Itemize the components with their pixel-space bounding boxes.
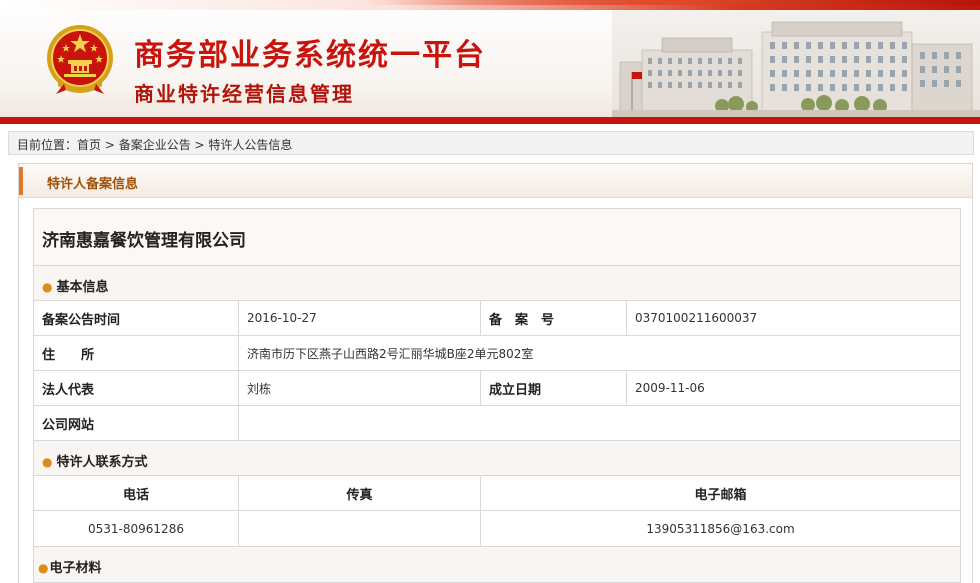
company-name: 济南惠嘉餐饮管理有限公司 — [42, 231, 246, 251]
established-label: 成立日期 — [481, 371, 627, 405]
record-no-value: 0370100211600037 — [635, 311, 758, 325]
contact-header-row: 电话 传真 电子邮箱 — [34, 476, 960, 511]
contact-col-fax: 传真 — [239, 476, 481, 510]
announce-time-label: 备案公告时间 — [34, 301, 239, 335]
contact-fax-value — [239, 511, 481, 546]
bullet-icon: ● — [38, 561, 49, 575]
ministry-building-image — [612, 10, 980, 117]
banner-top-stripe-accent — [360, 0, 980, 5]
breadcrumb-link-home[interactable]: 首页 — [77, 138, 101, 152]
system-title: 商务部业务系统统一平台 — [134, 38, 486, 73]
contact-phone-value: 0531-80961286 — [34, 511, 239, 546]
breadcrumb-separator: > — [101, 138, 119, 152]
row-announce-time: 备案公告时间 2016-10-27 备 案 号 0370100211600037 — [34, 301, 960, 336]
section-contact: ● 特许人联系方式 — [34, 441, 960, 476]
bullet-icon: ● — [42, 280, 53, 294]
row-legal-rep: 法人代表 刘栋 成立日期 2009-11-06 — [34, 371, 960, 406]
established-value: 2009-11-06 — [635, 381, 705, 395]
row-website: 公司网站 — [34, 406, 960, 441]
website-label: 公司网站 — [34, 406, 239, 440]
contact-value-row: 0531-80961286 13905311856@163.com — [34, 511, 960, 547]
breadcrumb-bar: 目前位置：首页 > 备案企业公告 > 特许人公告信息 — [8, 131, 974, 155]
header-banner: 商务部业务系统统一平台 商业特许经营信息管理 — [0, 0, 980, 124]
contact-col-phone: 电话 — [34, 476, 239, 510]
national-emblem-icon — [47, 25, 113, 94]
breadcrumb-prefix: 目前位置： — [17, 138, 78, 152]
contact-email-value: 13905311856@163.com — [646, 521, 795, 536]
section-materials: ●电子材料 — [34, 547, 960, 582]
record-no-label: 备 案 号 — [481, 301, 627, 335]
bullet-icon: ● — [42, 455, 53, 469]
legal-rep-value: 刘栋 — [239, 371, 481, 405]
address-value: 济南市历下区燕子山西路2号汇丽华城B座2单元802室 — [247, 346, 534, 361]
company-row: 济南惠嘉餐饮管理有限公司 — [34, 209, 960, 266]
section-title-contact: 特许人联系方式 — [56, 455, 148, 470]
section-basic-info: ● 基本信息 — [34, 266, 960, 301]
breadcrumb-link-announcements[interactable]: 备案企业公告 — [119, 138, 191, 152]
row-address: 住 所 济南市历下区燕子山西路2号汇丽华城B座2单元802室 — [34, 336, 960, 371]
system-subtitle: 商业特许经营信息管理 — [134, 82, 354, 106]
section-title-basic: 基本信息 — [56, 280, 109, 295]
legal-rep-label: 法人代表 — [34, 371, 239, 405]
panel-title: 特许人备案信息 — [47, 177, 139, 192]
panel-header: 特许人备案信息 — [19, 164, 972, 198]
contact-col-email: 电子邮箱 — [694, 487, 747, 503]
breadcrumb: 目前位置：首页 > 备案企业公告 > 特许人公告信息 — [17, 136, 292, 153]
section-title-materials: 电子材料 — [49, 561, 102, 576]
announce-time-value: 2016-10-27 — [239, 301, 481, 335]
panel-header-accent — [19, 167, 23, 195]
address-label: 住 所 — [34, 336, 239, 370]
banner-bottom-bar — [0, 117, 980, 124]
info-table: 济南惠嘉餐饮管理有限公司 ● 基本信息 备案公告时间 2016-10-27 备 案… — [33, 208, 961, 583]
breadcrumb-current: 特许人公告信息 — [208, 138, 293, 152]
franchisor-info-panel: 特许人备案信息 济南惠嘉餐饮管理有限公司 ● 基本信息 备案公告时间 2016-1… — [18, 163, 973, 583]
breadcrumb-separator: > — [190, 138, 209, 152]
website-value — [239, 406, 960, 440]
